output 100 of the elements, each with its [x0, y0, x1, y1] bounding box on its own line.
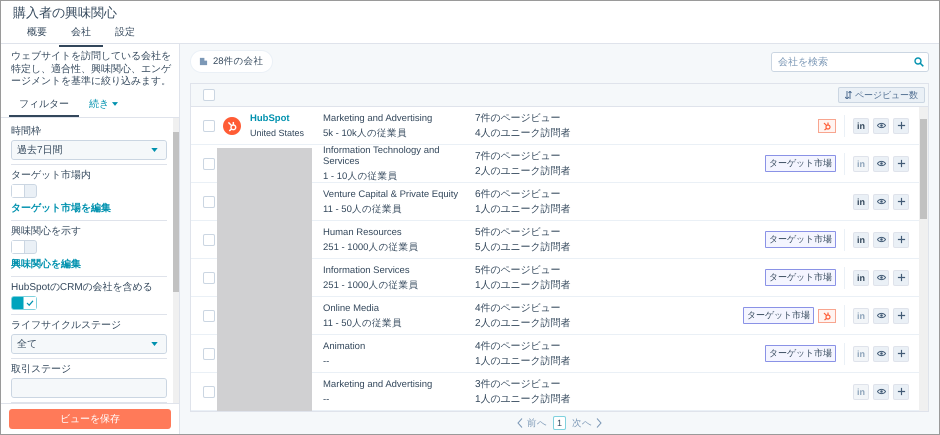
preview-button[interactable]: [873, 384, 889, 400]
industry-text: Animation: [323, 340, 366, 352]
target-market-tag: ターゲット市場: [765, 269, 836, 286]
add-button[interactable]: [893, 232, 909, 248]
visitor-count: 1人のユニーク訪問者: [475, 280, 572, 290]
tab[interactable]: 設定: [103, 21, 147, 47]
linkedin-button[interactable]: in: [853, 194, 869, 210]
eye-icon: [876, 349, 886, 358]
row-checkbox[interactable]: [203, 272, 215, 284]
scrollbar[interactable]: [919, 107, 928, 411]
row-checkbox[interactable]: [203, 234, 215, 246]
eye-icon: [876, 197, 886, 206]
eye-icon: [876, 311, 886, 320]
target-market-tag: ターゲット市場: [765, 155, 836, 172]
industry-text: Marketing and Advertising: [323, 112, 434, 124]
row-checkbox[interactable]: [203, 196, 215, 208]
filter-label: ライフサイクルステージ: [11, 318, 122, 332]
chevron-left-icon: [516, 418, 523, 428]
building-icon: [199, 57, 208, 66]
pageview-count: 7件のページビュー: [475, 150, 562, 162]
next-page-button[interactable]: 次へ: [572, 416, 602, 430]
caret-icon: [151, 342, 158, 346]
linkedin-button[interactable]: in: [853, 232, 869, 248]
industry-text: Information Services: [323, 264, 411, 276]
check-icon: [26, 298, 34, 306]
plus-icon: [896, 235, 906, 244]
add-button[interactable]: [893, 270, 909, 286]
plus-icon: [896, 273, 906, 282]
visitor-count: 2人のユニーク訪問者: [475, 166, 572, 176]
eye-icon: [876, 235, 886, 244]
tab[interactable]: 概要: [15, 21, 59, 47]
plus-icon: [896, 311, 906, 320]
employee-count: 251 - 1000人の従業員: [323, 280, 420, 290]
eye-icon: [876, 159, 886, 168]
toggle-switch[interactable]: [11, 240, 37, 254]
plus-icon: [896, 159, 906, 168]
add-button[interactable]: [893, 346, 909, 362]
employee-count: 5k - 10k人の従業員: [323, 128, 408, 138]
scrollbar[interactable]: [173, 118, 179, 403]
company-name-link[interactable]: HubSpot: [250, 113, 304, 124]
visitor-count: 1人のユニーク訪問者: [475, 356, 572, 366]
preview-button[interactable]: [873, 194, 889, 210]
add-button[interactable]: [893, 308, 909, 324]
employee-count: 11 - 50人の従業員: [323, 204, 403, 214]
preview-button[interactable]: [873, 346, 889, 362]
employee-count: 11 - 50人の従業員: [323, 318, 403, 328]
row-checkbox[interactable]: [203, 348, 215, 360]
add-button[interactable]: [893, 194, 909, 210]
caret-icon: [112, 102, 118, 106]
toggle-switch[interactable]: [11, 184, 37, 198]
preview-button[interactable]: [873, 308, 889, 324]
row-checkbox[interactable]: [203, 120, 215, 132]
preview-button[interactable]: [873, 118, 889, 134]
page-title: 購入者の興味関心: [13, 4, 118, 21]
pageview-count: 5件のページビュー: [475, 264, 562, 276]
dropdown[interactable]: 全て: [11, 334, 167, 354]
dropdown[interactable]: 過去7日間: [11, 140, 167, 160]
industry-text: Online Media: [323, 302, 380, 314]
toggle-switch[interactable]: [11, 296, 37, 310]
select-all-checkbox[interactable]: [203, 89, 215, 101]
more-menu[interactable]: 続き: [79, 94, 128, 116]
target-market-tag: ターゲット市場: [765, 345, 836, 362]
linkedin-button[interactable]: in: [853, 270, 869, 286]
plus-icon: [896, 387, 906, 396]
add-button[interactable]: [893, 118, 909, 134]
save-view-button[interactable]: ビューを保存: [9, 409, 171, 429]
tab[interactable]: 会社: [59, 21, 103, 47]
filter-label: HubSpotのCRMの会社を含める: [11, 280, 154, 294]
eye-icon: [876, 121, 886, 130]
add-button[interactable]: [893, 156, 909, 172]
edit-link[interactable]: 興味関心を編集: [11, 256, 81, 270]
add-button[interactable]: [893, 384, 909, 400]
visitor-count: 2人のユニーク訪問者: [475, 318, 572, 328]
row-checkbox[interactable]: [203, 310, 215, 322]
employee-count: --: [323, 394, 330, 404]
description-text: ウェブサイトを訪問している会社を特定し、適合性、興味関心、エンゲージメントを基準に絞り込みます。: [10, 50, 172, 89]
visitor-count: 5人のユニーク訪問者: [475, 242, 572, 252]
preview-button[interactable]: [873, 270, 889, 286]
preview-button[interactable]: [873, 232, 889, 248]
industry-text: Human Resources: [323, 226, 403, 238]
sort-button[interactable]: ページビュー数: [838, 87, 925, 103]
plus-icon: [896, 197, 906, 206]
filter-label: 時間枠: [11, 124, 42, 138]
linkedin-button[interactable]: in: [853, 118, 869, 134]
sort-icon: [845, 91, 852, 99]
eye-icon: [876, 387, 886, 396]
page-number[interactable]: 1: [552, 416, 566, 430]
search-field[interactable]: 会社を検索: [771, 52, 929, 72]
preview-button[interactable]: [873, 156, 889, 172]
target-market-tag: ターゲット市場: [743, 307, 814, 324]
row-checkbox[interactable]: [203, 386, 215, 398]
plus-icon: [896, 121, 906, 130]
sprocket-icon: [818, 118, 836, 132]
row-checkbox[interactable]: [203, 158, 215, 170]
edit-link[interactable]: ターゲット市場を編集: [11, 200, 111, 214]
visitor-count: 4人のユニーク訪問者: [475, 128, 572, 138]
previous-page-button[interactable]: 前へ: [516, 416, 547, 430]
filter-tab[interactable]: フィルター: [9, 94, 79, 116]
employee-count: 251 - 1000人の従業員: [323, 242, 420, 252]
pageview-count: 6件のページビュー: [475, 188, 562, 200]
